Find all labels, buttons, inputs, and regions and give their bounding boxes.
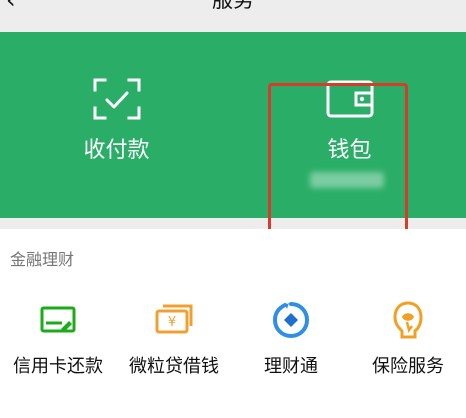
insurance-label: 保险服务 <box>372 356 444 377</box>
loan-label: 微粒贷借钱 <box>129 356 219 377</box>
svg-text:¥: ¥ <box>168 315 176 330</box>
payment-button[interactable]: 收付款 <box>0 32 233 218</box>
credit-card-repayment-item[interactable]: 信用卡还款 <box>0 300 116 400</box>
wallet-panel: 收付款 钱包 <box>0 32 466 237</box>
finance-section: 金融理财 信用卡还款 ¥ 微粒贷借钱 理财通 保险服务 <box>0 229 466 418</box>
wallet-highlight-box <box>268 83 408 237</box>
payment-label: 收付款 <box>83 138 150 163</box>
credit-card-label: 信用卡还款 <box>13 356 103 377</box>
loan-icon: ¥ <box>155 304 193 334</box>
top-bar: ‹ 服务 <box>0 0 466 32</box>
section-title: 金融理财 <box>10 250 75 269</box>
wealth-label: 理财通 <box>264 356 318 377</box>
insurance-item[interactable]: 保险服务 <box>350 300 466 400</box>
page-title: 服务 <box>212 0 254 12</box>
wealth-management-item[interactable]: 理财通 <box>233 300 349 400</box>
scan-check-icon <box>93 78 140 120</box>
credit-card-icon <box>40 306 76 333</box>
insurance-icon <box>393 301 423 339</box>
loan-item[interactable]: ¥ 微粒贷借钱 <box>116 300 232 400</box>
wealth-icon <box>272 302 310 339</box>
